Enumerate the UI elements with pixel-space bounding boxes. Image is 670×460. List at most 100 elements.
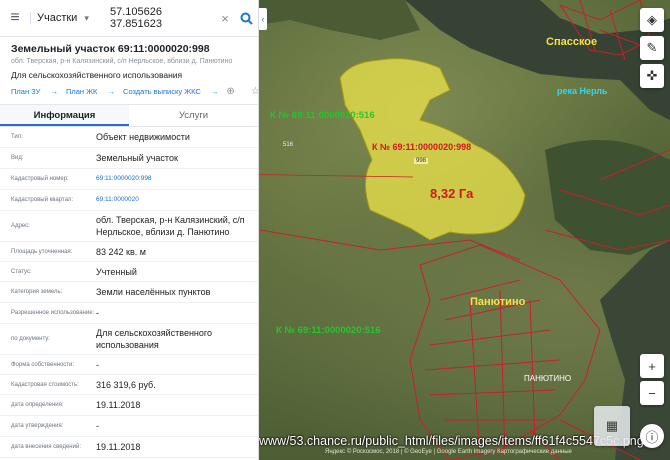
tab-services[interactable]: Услуги xyxy=(129,105,258,126)
parcel-number-516: 516 xyxy=(283,142,294,148)
row-key: дата определения: xyxy=(11,402,64,408)
zoom-to-object-icon[interactable]: ⊕ xyxy=(226,86,234,97)
plan-zhk-link[interactable]: План ЖК → xyxy=(66,87,115,96)
row-value: - xyxy=(96,359,99,370)
river xyxy=(405,0,670,120)
create-extract-label: Создать выписку ЖКС xyxy=(123,87,201,96)
table-row: дата утверждения: - xyxy=(0,416,258,437)
table-row: Категория земель: Земли населённых пункто… xyxy=(0,282,258,303)
info-icon: ⓘ xyxy=(645,429,659,445)
parcel-516-bottom-label: К № 69:11:0000020:516 xyxy=(276,325,381,336)
row-key: Кадастровый номер: xyxy=(11,176,69,182)
table-row: Площадь уточненная: 83 242 кв. м xyxy=(0,242,258,262)
object-title: Земельный участок 69:11:0000020:998 xyxy=(11,43,210,55)
forest xyxy=(545,140,670,255)
crosshair-icon: ✜ xyxy=(646,68,658,83)
river-label: река Нерль xyxy=(557,86,608,96)
create-extract-link[interactable]: Создать выписку ЖКС → xyxy=(123,87,218,96)
image-url-watermark: www/53.chance.ru/public_html/files/image… xyxy=(259,434,644,448)
table-row: дата внесения сведений: 19.11.2018 xyxy=(0,437,258,458)
layer-dropdown[interactable]: Участки ▾ xyxy=(30,12,98,24)
tools-button[interactable]: ✜ xyxy=(640,64,664,88)
table-row: по документу: Для сельскохозяйственного и… xyxy=(0,324,258,355)
parcel-number-998: 998 xyxy=(414,158,429,164)
panyutino-label: Панютино xyxy=(470,296,526,308)
row-key: Форма собственности: xyxy=(11,361,75,368)
layers-icon: ◈ xyxy=(647,12,657,27)
row-key: Статус: xyxy=(11,268,32,275)
star-icon[interactable]: ☆ xyxy=(251,86,258,97)
row-key: Категория земель: xyxy=(11,289,63,295)
search-bar: ≡ Участки ▾ 57.105626 37.851623 × xyxy=(0,0,258,37)
row-value: Учтенный xyxy=(96,266,137,277)
row-value: 316 319,6 руб. xyxy=(96,379,156,390)
object-address: обл. Тверская, р-н Калязинский, с/п Нерл… xyxy=(11,58,233,65)
row-key: Адрес: xyxy=(11,223,30,229)
row-key: Тип: xyxy=(11,134,23,140)
map-copyright: Яндекс © Роскосмос, 2018 | © GeoEye | Go… xyxy=(325,449,572,455)
layer-preview-button[interactable]: ▦ xyxy=(594,406,630,446)
collapse-panel-button[interactable]: ‹ xyxy=(259,8,267,30)
parcel-516-top-label: К № 69:11:0000020:516 xyxy=(270,110,375,121)
row-value: Земли населённых пунктов xyxy=(96,287,211,297)
chevron-down-icon: ▾ xyxy=(84,13,89,23)
object-header: Земельный участок 69:11:0000020:998 обл.… xyxy=(0,37,258,97)
table-row: Тип: Объект недвижимости xyxy=(0,127,258,148)
layer-dropdown-value: Участки xyxy=(37,12,78,24)
layers-button[interactable]: ◈ xyxy=(640,8,664,32)
area-label: 8,32 Га xyxy=(430,186,474,201)
minus-icon: − xyxy=(648,385,656,401)
panel-tabs: Информация Услуги xyxy=(0,104,258,127)
table-row: Разрешенное использование: - xyxy=(0,303,258,324)
parcel-998-label: К № 69:11:0000020:998 xyxy=(372,142,472,152)
table-row: Адрес: обл. Тверская, р-н Калязинский, с/… xyxy=(0,211,258,242)
table-row: Кадастровый квартал: 69:11:0000020 xyxy=(0,190,258,211)
ruler-icon: ✎ xyxy=(646,40,658,55)
zoom-out-button[interactable]: − xyxy=(640,381,664,405)
clear-icon[interactable]: × xyxy=(216,11,234,26)
info-panel: ≡ Участки ▾ 57.105626 37.851623 × Земель… xyxy=(0,0,259,460)
search-input[interactable]: 57.105626 37.851623 xyxy=(98,6,216,30)
map-type-icon: ▦ xyxy=(605,418,619,433)
plan-zu-label: План ЗУ xyxy=(11,87,41,96)
header-actions: ⊕ ☆ xyxy=(226,86,258,97)
row-value: Для сельскохозяйственного использования xyxy=(96,328,212,350)
row-key: Площадь уточненная: xyxy=(11,248,73,255)
row-value: Земельный участок xyxy=(96,153,178,163)
row-value: Объект недвижимости xyxy=(96,132,190,142)
table-row: Форма собственности: - xyxy=(0,355,258,375)
table-row: Статус: Учтенный xyxy=(0,262,258,282)
plan-zhk-label: План ЖК xyxy=(65,87,98,96)
row-value: 83 242 кв. м xyxy=(96,246,146,257)
panyutino-caps-label: ПАНЮТИНО xyxy=(524,374,572,383)
plus-icon: + xyxy=(648,358,656,374)
row-key: дата внесения сведений: xyxy=(11,444,81,450)
tab-information[interactable]: Информация xyxy=(0,105,129,126)
info-table: Тип: Объект недвижимости Вид: Земельный уч… xyxy=(0,127,258,458)
object-links: План ЗУ → План ЖК → Создать выписку ЖКС … xyxy=(11,86,258,97)
table-row: дата определения: 19.11.2018 xyxy=(0,395,258,416)
zoom-in-button[interactable]: + xyxy=(640,354,664,378)
measure-button[interactable]: ✎ xyxy=(640,36,664,60)
object-use: Для сельскохозяйственного использования xyxy=(11,70,183,80)
row-value: 19.11.2018 xyxy=(96,400,141,410)
table-row: Кадастровая стоимость: 316 319,6 руб. xyxy=(0,375,258,395)
spasskoe-label: Спасское xyxy=(546,36,598,48)
row-value: - xyxy=(96,308,99,318)
info-button[interactable]: ⓘ xyxy=(640,424,664,448)
table-row: Вид: Земельный участок xyxy=(0,148,258,169)
row-value: 19.11.2018 xyxy=(96,442,141,452)
row-value: - xyxy=(96,421,99,431)
row-key: Вид: xyxy=(11,155,24,161)
hamburger-icon[interactable]: ≡ xyxy=(0,9,30,27)
table-row: Кадастровый номер: 69:11:0000020:998 xyxy=(0,169,258,190)
row-key: дата утверждения: xyxy=(11,423,64,429)
row-key: Кадастровая стоимость: xyxy=(11,381,79,388)
plan-zu-link[interactable]: План ЗУ → xyxy=(11,87,58,96)
forest-top xyxy=(259,0,420,40)
search-icon[interactable] xyxy=(234,12,258,25)
cadastral-number-link[interactable]: 69:11:0000020:998 xyxy=(96,173,252,185)
row-key: Кадастровый квартал: xyxy=(11,197,74,203)
cadastral-quarter-link[interactable]: 69:11:0000020 xyxy=(96,194,252,206)
row-key: Разрешенное использование: xyxy=(11,310,95,316)
